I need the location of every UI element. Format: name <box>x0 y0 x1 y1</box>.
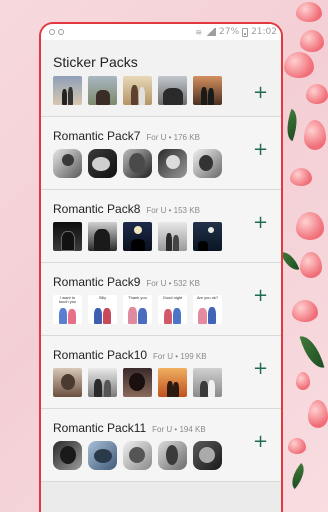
sticker-thumbnail[interactable] <box>53 222 82 251</box>
sticker-thumbnail[interactable]: Good night <box>158 295 187 324</box>
sticker-thumbnail[interactable] <box>123 368 152 397</box>
add-icon[interactable]: + <box>253 433 268 451</box>
sticker-thumbnail[interactable]: Thank you <box>123 295 152 324</box>
add-icon[interactable]: + <box>253 84 268 102</box>
pack-meta: For U • 176 KB <box>146 133 200 142</box>
pack-name: Romantic Pack8 <box>53 202 141 216</box>
whatsapp-icon <box>58 29 64 35</box>
leaf-decoration <box>281 108 303 142</box>
sticker-thumbnail[interactable] <box>88 222 117 251</box>
sticker-thumbnail[interactable] <box>158 441 187 470</box>
page-title: Sticker Packs <box>53 54 138 70</box>
add-icon[interactable]: + <box>253 287 268 305</box>
battery-percent: 27% <box>219 27 240 37</box>
sticker-thumbnails <box>53 149 271 178</box>
pack-name: Romantic Pack10 <box>53 348 148 362</box>
sticker-thumbnail[interactable] <box>88 76 117 105</box>
notification-icon <box>49 29 55 35</box>
header-card[interactable]: Sticker Packs + <box>41 40 281 117</box>
sticker-thumbnails <box>53 76 271 105</box>
sticker-thumbnail[interactable] <box>88 368 117 397</box>
sticker-thumbnail[interactable] <box>123 441 152 470</box>
sticker-thumbnail[interactable] <box>193 76 222 105</box>
battery-icon <box>242 27 249 37</box>
sticker-thumbnail[interactable] <box>53 76 82 105</box>
sticker-pack-card[interactable]: Romantic Pack8 For U • 153 KB + <box>41 190 281 263</box>
sticker-pack-list[interactable]: Sticker Packs + Romantic Pack7 For U • 1… <box>41 40 281 512</box>
signal-icon <box>205 28 217 36</box>
sticker-thumbnail[interactable] <box>193 149 222 178</box>
add-icon[interactable]: + <box>253 141 268 159</box>
sticker-thumbnail[interactable] <box>158 149 187 178</box>
leaf-decoration <box>285 462 311 490</box>
add-icon[interactable]: + <box>253 360 268 378</box>
sticker-thumbnail[interactable] <box>123 149 152 178</box>
phone-frame: ≋ 27% 21:02 Sticker Packs + Romantic Pac… <box>39 22 283 512</box>
petal-decoration <box>290 168 312 186</box>
pack-meta: For U • 199 KB <box>153 352 207 361</box>
sticker-pack-card[interactable]: Romantic Pack11 For U • 194 KB + <box>41 409 281 482</box>
pack-name: Romantic Pack7 <box>53 129 141 143</box>
petal-decoration <box>284 52 314 78</box>
pack-name: Romantic Pack11 <box>53 421 147 435</box>
petal-decoration <box>296 372 310 390</box>
wifi-icon: ≋ <box>195 27 203 37</box>
sticker-thumbnail[interactable]: Are you ok? <box>193 295 222 324</box>
sticker-thumbnail[interactable] <box>193 441 222 470</box>
sticker-thumbnails <box>53 222 271 251</box>
sticker-thumbnail[interactable] <box>53 149 82 178</box>
status-bar: ≋ 27% 21:02 <box>41 24 281 40</box>
sticker-thumbnail[interactable] <box>158 76 187 105</box>
petal-decoration <box>300 30 324 52</box>
pack-name: Romantic Pack9 <box>53 275 141 289</box>
petal-decoration <box>296 212 324 240</box>
pack-meta: For U • 153 KB <box>146 206 200 215</box>
sticker-thumbnail[interactable] <box>123 76 152 105</box>
sticker-pack-card[interactable]: Romantic Pack7 For U • 176 KB + <box>41 117 281 190</box>
sticker-thumbnail[interactable] <box>53 368 82 397</box>
petal-decoration <box>296 2 322 22</box>
leaf-decoration <box>299 332 325 372</box>
sticker-thumbnail[interactable] <box>123 222 152 251</box>
sticker-thumbnail[interactable] <box>193 368 222 397</box>
sticker-thumbnail[interactable] <box>53 441 82 470</box>
petal-decoration <box>308 400 328 428</box>
sticker-thumbnail[interactable] <box>88 149 117 178</box>
clock: 21:02 <box>251 27 277 37</box>
pack-meta: For U • 532 KB <box>146 279 200 288</box>
petal-decoration <box>306 84 328 104</box>
sticker-thumbnails <box>53 441 271 470</box>
sticker-thumbnail[interactable] <box>158 368 187 397</box>
sticker-thumbnails: I want to touch you Silly Thank you Good… <box>53 295 271 324</box>
sticker-thumbnail[interactable] <box>193 222 222 251</box>
sticker-pack-card[interactable]: Romantic Pack10 For U • 199 KB + <box>41 336 281 409</box>
sticker-thumbnails <box>53 368 271 397</box>
sticker-thumbnail[interactable] <box>158 222 187 251</box>
add-icon[interactable]: + <box>253 214 268 232</box>
petal-decoration <box>300 252 322 278</box>
sticker-thumbnail[interactable]: Silly <box>88 295 117 324</box>
pack-meta: For U • 194 KB <box>152 425 206 434</box>
sticker-thumbnail[interactable] <box>88 441 117 470</box>
petal-decoration <box>304 120 326 150</box>
leaf-decoration <box>280 248 300 274</box>
sticker-thumbnail[interactable]: I want to touch you <box>53 295 82 324</box>
petal-decoration <box>288 438 306 454</box>
sticker-pack-card[interactable]: Romantic Pack9 For U • 532 KB + I want t… <box>41 263 281 336</box>
petal-decoration <box>292 300 318 322</box>
